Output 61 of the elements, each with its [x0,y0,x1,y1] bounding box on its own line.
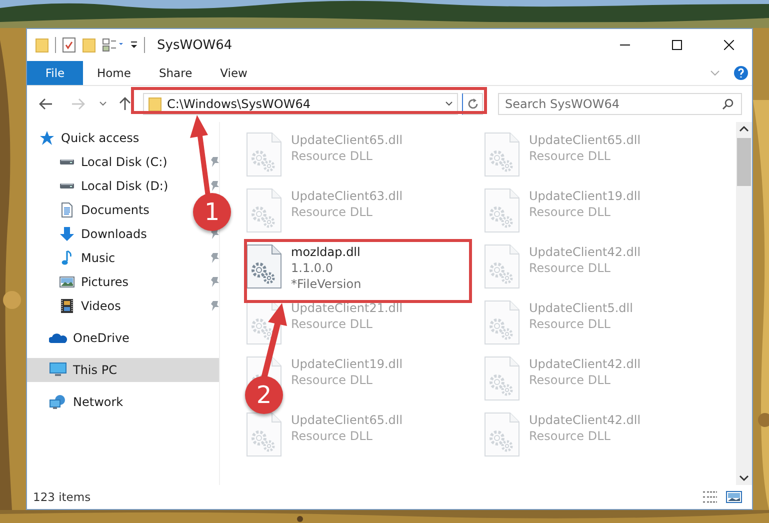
pin-icon[interactable] [211,252,219,264]
scroll-thumb[interactable] [737,138,751,186]
file-item[interactable]: mozldap.dll 1.1.0.0 *FileVersion [291,244,362,296]
dll-file-icon [482,244,522,290]
details-view-icon[interactable] [702,490,718,504]
refresh-icon [466,98,478,110]
folder-icon [148,96,162,112]
close-icon [724,40,734,50]
dropdown-icon[interactable] [445,101,453,107]
drive-icon [59,159,75,165]
download-icon [59,226,75,242]
view-options-icon[interactable] [102,38,124,52]
scrollbar[interactable] [736,122,752,485]
dll-file-icon [482,300,522,346]
address-bar[interactable]: C:\Windows\SysWOW64 [143,93,458,115]
film-icon [59,298,75,314]
file-menu-button[interactable]: File [27,61,83,85]
nav-item[interactable]: Downloads [27,222,153,246]
nav-item[interactable]: Music [27,246,122,270]
item-count: 123 items [33,490,92,504]
minimize-icon [620,44,630,46]
ribbon-tab[interactable]: View [206,61,262,85]
dll-file-icon [482,188,522,234]
properties-icon[interactable] [62,37,76,53]
dll-file-icon [244,244,284,290]
recent-locations-button[interactable] [97,101,109,107]
pictures-icon [59,274,75,290]
pin-icon[interactable] [211,276,219,288]
search-icon [722,98,734,110]
nav-item[interactable]: Local Disk (C:) [27,150,174,174]
nav-item[interactable]: Documents [27,198,156,222]
dll-file-icon [244,412,284,458]
dropdown-icon[interactable] [130,40,138,50]
large-icons-view-icon[interactable] [726,490,742,504]
nav-item[interactable]: This PC [27,358,219,382]
dll-file-icon [244,188,284,234]
up-button[interactable] [117,97,133,111]
pin-icon[interactable] [211,156,219,168]
nav-item[interactable]: Pictures [27,270,135,294]
dll-file-icon [482,356,522,402]
nav-item[interactable]: OneDrive [27,326,136,350]
pin-icon[interactable] [211,180,219,192]
back-button[interactable] [37,98,55,110]
nav-item[interactable]: Local Disk (D:) [27,174,174,198]
nav-item[interactable]: Videos [27,294,127,318]
dll-file-icon [482,412,522,458]
dll-file-icon [244,132,284,178]
network-icon [49,394,67,410]
monitor-icon [49,362,67,378]
maximize-icon [672,40,682,50]
pin-icon[interactable] [211,300,219,312]
document-icon [59,202,75,218]
window-title: SysWOW64 [157,38,234,52]
drive-icon [59,183,75,189]
search-field[interactable]: Search SysWOW64 [498,93,742,115]
nav-item[interactable]: Quick access [27,126,146,150]
ribbon-tab[interactable]: Share [144,61,206,85]
dll-file-icon [482,132,522,178]
star-icon [39,130,55,146]
ribbon-tab[interactable]: Home [83,61,145,85]
nav-item[interactable]: Network [27,390,130,414]
